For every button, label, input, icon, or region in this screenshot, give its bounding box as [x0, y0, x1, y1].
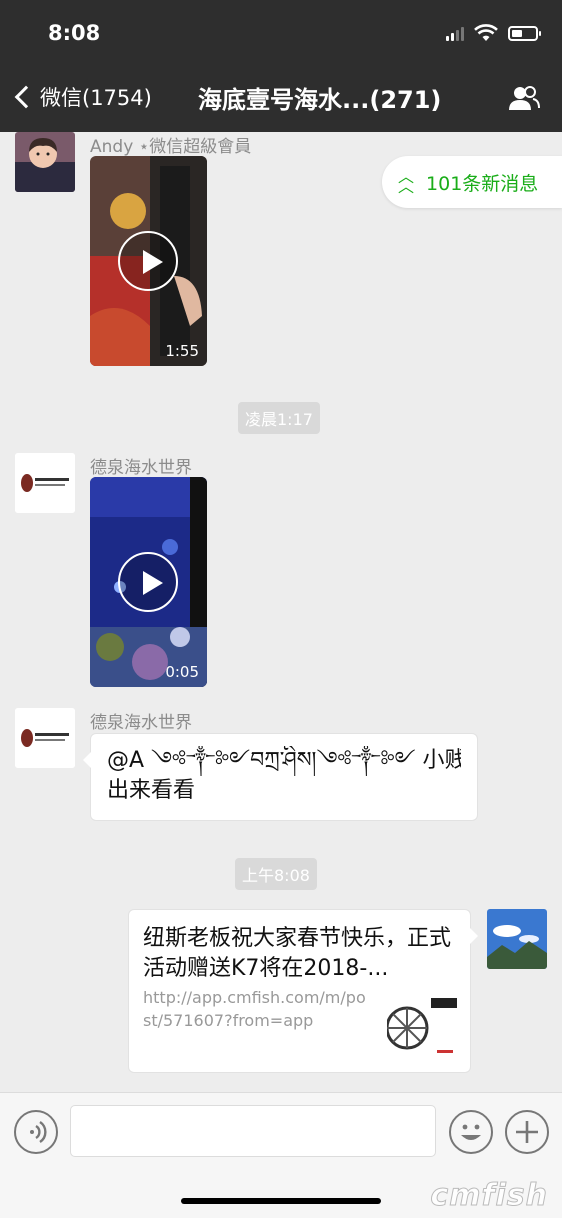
- group-members-icon[interactable]: [506, 84, 542, 112]
- voice-icon: [30, 1121, 47, 1143]
- video-message[interactable]: 1:55: [90, 156, 207, 366]
- message-text-line: @A ༺༒༻བཀྲ་ཤིས།༺༒༻ 小贱人: [107, 748, 461, 773]
- home-indicator[interactable]: [181, 1198, 381, 1204]
- emoji-button[interactable]: [449, 1110, 493, 1154]
- new-messages-label: 101条新消息: [426, 172, 539, 195]
- timestamp-chip: 上午8:08: [235, 858, 317, 890]
- play-icon: [118, 552, 178, 612]
- timestamp-chip: 凌晨1:17: [238, 402, 320, 434]
- sender-name: Andy ⋆微信超級會員: [90, 137, 252, 157]
- double-chevron-up-icon: ︿ ︿: [398, 167, 415, 196]
- voice-button[interactable]: [14, 1110, 58, 1154]
- link-thumbnail: [387, 988, 459, 1060]
- video-duration: 0:05: [165, 663, 199, 681]
- back-label: 微信(1754): [40, 86, 152, 110]
- back-button[interactable]: 微信(1754): [14, 82, 152, 112]
- text-message-bubble[interactable]: @A ༺༒༻བཀྲ་ཤིས།༺༒༻ 小贱人 出来看看: [83, 733, 478, 821]
- chevron-left-icon: [14, 85, 38, 109]
- avatar-dequan[interactable]: [15, 453, 75, 513]
- message-text-line: 出来看看: [107, 778, 196, 803]
- video-duration: 1:55: [165, 342, 199, 360]
- avatar-dequan[interactable]: [15, 708, 75, 768]
- link-title: 纽斯老板祝大家春节快乐，正式活动赠送K7将在2018-...: [143, 926, 452, 981]
- chat-title: 海底壹号海水...(271): [198, 86, 442, 114]
- battery-icon: [508, 25, 541, 41]
- top-bar: 8:08 微信(1754) 海底壹号海水...(271): [0, 0, 562, 132]
- link-card[interactable]: 纽斯老板祝大家春节快乐，正式活动赠送K7将在2018-... http://ap…: [128, 909, 478, 1073]
- signal-icon: [446, 25, 464, 41]
- status-time: 8:08: [48, 21, 101, 45]
- plus-icon: [516, 1121, 538, 1143]
- link-url: http://app.cmfish.com/m/post/571607?from…: [143, 988, 366, 1030]
- wifi-icon: [474, 24, 498, 41]
- watermark-logo: cmfish: [430, 1178, 548, 1214]
- avatar-andy[interactable]: [15, 132, 75, 192]
- sender-name: 德泉海水世界: [90, 713, 192, 733]
- new-messages-button[interactable]: ︿ ︿ 101条新消息: [382, 156, 562, 208]
- status-icons: [446, 24, 541, 42]
- video-message[interactable]: 0:05: [90, 477, 207, 687]
- more-button[interactable]: [505, 1110, 549, 1154]
- avatar-self[interactable]: [487, 909, 547, 969]
- smiley-icon: [461, 1124, 481, 1140]
- message-input[interactable]: [70, 1105, 436, 1157]
- play-icon: [118, 231, 178, 291]
- sender-name: 德泉海水世界: [90, 458, 192, 478]
